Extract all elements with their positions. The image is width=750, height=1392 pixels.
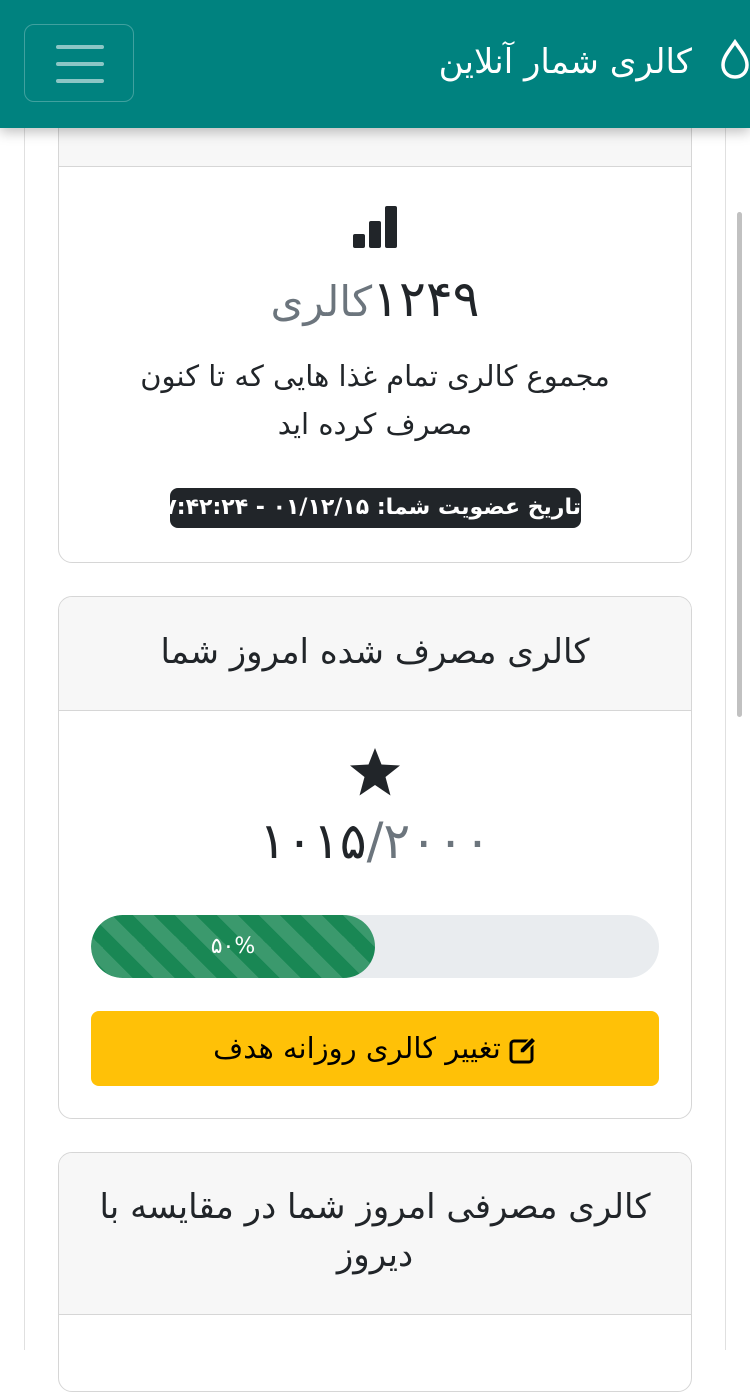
navbar: کالری شمار آنلاین [0,0,750,128]
navbar-toggler-button[interactable] [24,24,134,102]
goal-calories: /۲۰۰۰ [366,812,491,870]
calorie-progress-bar: ۵۰% [91,915,375,978]
brand-title[interactable]: کالری شمار آنلاین [439,38,692,86]
total-calories-description: مجموع کالری تمام غذا هایی که تا کنون مصر… [140,359,610,441]
compare-calories-title: کالری مصرفی امروز شما در مقایسه با دیروز [99,1187,651,1275]
consumed-calories: ۱۰۱۵ [259,812,367,870]
today-calories-card-header: کالری مصرف شده امروز شما [59,597,691,711]
membership-date-badge: تاریخ عضویت شما: ۰۱/۱۲/۱۵ - ۱۷:۴۲:۲۴ [150,488,581,528]
flame-icon [721,39,749,79]
calorie-progress: ۵۰% [91,915,659,978]
star-icon [350,748,400,796]
compare-calories-card-header: کالری مصرفی امروز شما در مقایسه با دیروز [59,1153,691,1315]
change-goal-button[interactable]: تغییر کالری روزانه هدف [91,1011,659,1086]
today-calories-title: کالری مصرف شده امروز شما [160,632,590,672]
total-calories-unit: کالری [270,277,373,326]
hamburger-icon [56,45,104,49]
bar-chart-icon [353,206,397,248]
total-calories-value: ۱۲۴۹کالری [0,270,750,328]
change-goal-label: تغییر کالری روزانه هدف [213,1031,501,1065]
today-calories-ratio: ۱۰۱۵/۲۰۰۰ [0,812,750,870]
edit-icon [509,1036,537,1064]
compare-calories-card: کالری مصرفی امروز شما در مقایسه با دیروز [58,1152,692,1392]
total-calories-number: ۱۲۴۹ [372,270,480,328]
